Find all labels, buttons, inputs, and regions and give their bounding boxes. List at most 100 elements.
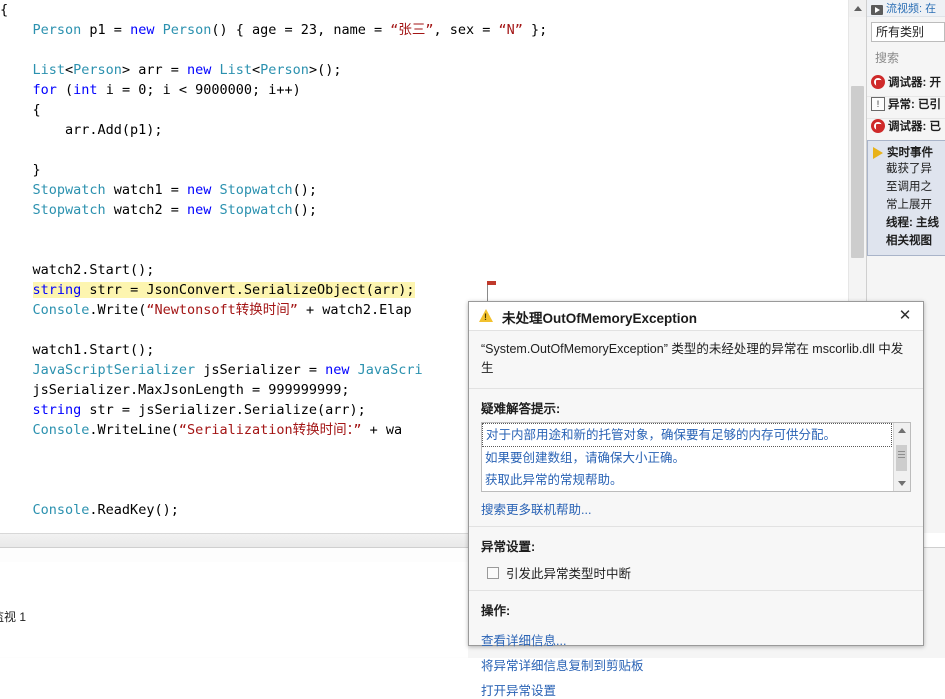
search-more-help-link[interactable]: 搜索更多联机帮助...	[469, 492, 923, 518]
scroll-up-arrow-icon[interactable]	[849, 0, 866, 17]
code-token: string	[32, 282, 82, 298]
watch-window-surface[interactable]	[0, 562, 468, 657]
code-token: watch2.Start();	[32, 262, 155, 278]
watch-window-tab[interactable]: 监视 1	[0, 608, 26, 625]
code-line[interactable]: {	[0, 100, 547, 120]
code-line[interactable]: jsSerializer.MaxJsonLength = 999999999;	[0, 380, 547, 400]
code-token: new	[186, 202, 212, 218]
code-token: ();	[292, 202, 318, 218]
code-token: Stopwatch	[32, 202, 106, 218]
code-token: Person	[73, 62, 122, 78]
stop-icon	[871, 75, 885, 89]
break-on-exception-checkbox[interactable]	[487, 566, 499, 579]
code-line[interactable]	[0, 220, 547, 240]
code-token: Stopwatch	[219, 182, 293, 198]
code-token: , sex =	[433, 22, 499, 38]
code-line[interactable]	[0, 40, 547, 60]
exception-helper-dialog[interactable]: 未处理OutOfMemoryException ✕ “System.OutOfM…	[468, 301, 924, 698]
event-row-debugger-stop[interactable]: 调试器: 已	[867, 118, 945, 141]
code-line[interactable]	[0, 480, 547, 500]
close-icon[interactable]: ✕	[895, 306, 915, 326]
code-line[interactable]: arr.Add(p1);	[0, 120, 547, 140]
code-line[interactable]: JavaScriptSerializer jsSerializer = new …	[0, 360, 547, 380]
event-row-debugger-start[interactable]: 调试器: 开	[867, 74, 945, 97]
code-token: ; i <	[146, 82, 196, 98]
editor-scrollbar-thumb[interactable]	[851, 86, 864, 258]
tips-scroll-down-icon[interactable]	[894, 476, 909, 491]
code-line[interactable]	[0, 440, 547, 460]
dialog-title: 未处理OutOfMemoryException	[502, 311, 698, 326]
code-token: new	[186, 62, 212, 78]
code-line[interactable]: Person p1 = new Person() { age = 23, nam…	[0, 20, 548, 40]
code-line[interactable]	[0, 140, 547, 160]
code-line[interactable]: watch1.Start();	[0, 340, 547, 360]
tip-item[interactable]: 对于内部用途和新的托管对象，确保要有足够的内存可供分配。	[482, 423, 892, 447]
copy-details-link[interactable]: 将异常详细信息复制到剪贴板	[469, 649, 923, 674]
code-token: <	[252, 62, 261, 78]
code-line[interactable]: Console.Write(“Newtonsoft转换时间” + watch2.…	[0, 300, 547, 320]
warning-icon	[479, 309, 493, 322]
troubleshooting-tips-list[interactable]: 对于内部用途和新的托管对象，确保要有足够的内存可供分配。 如果要创建数组，请确保…	[481, 422, 911, 492]
code-line[interactable]: for (int i = 0; i < 9000000; i++)	[0, 80, 547, 100]
code-line[interactable]	[0, 320, 547, 340]
code-line-text: jsSerializer.MaxJsonLength = 999999999;	[33, 382, 350, 398]
tips-scrollbar[interactable]	[893, 423, 910, 491]
exception-settings-heading: 异常设置:	[481, 540, 536, 554]
play-icon	[871, 5, 883, 16]
tip-item[interactable]: 如果要创建数组，请确保大小正确。	[482, 447, 892, 469]
code-line[interactable]: Console.WriteLine(“Serialization转换时间：” +…	[0, 420, 547, 440]
code-token: , name =	[317, 22, 391, 38]
code-line[interactable]	[0, 460, 547, 480]
search-input[interactable]: 搜索	[871, 48, 945, 68]
code-token: strr =	[81, 282, 147, 298]
code-token: int	[73, 82, 98, 98]
code-token: + wa	[361, 422, 403, 438]
code-line[interactable]: string str = jsSerializer.Serialize(arr)…	[0, 400, 547, 420]
selected-event-details[interactable]: 实时事件 截获了异 至调用之 常上展开 线程: 主线 相关视图	[867, 140, 945, 256]
smart-tag-expander[interactable]	[487, 285, 504, 302]
code-line-text: arr.Add(p1);	[65, 122, 163, 138]
tips-heading: 疑难解答提示:	[481, 402, 561, 416]
tips-scrollbar-thumb[interactable]	[896, 445, 907, 471]
code-token: List	[219, 62, 253, 78]
code-line-text: Console.WriteLine(“Serialization转换时间：” +…	[33, 422, 403, 438]
code-line[interactable]: {	[0, 0, 547, 20]
event-row-exception[interactable]: ! 异常: 已引	[867, 96, 945, 119]
code-line[interactable]: string strr = JsonConvert.SerializeObjec…	[0, 280, 547, 300]
break-on-exception-row[interactable]: 引发此异常类型时中断	[469, 560, 923, 582]
code-line[interactable]: watch2.Start();	[0, 260, 547, 280]
code-token: ; i++)	[252, 82, 301, 98]
open-exception-settings-link[interactable]: 打开异常设置	[469, 674, 923, 699]
code-token: Stopwatch	[32, 182, 106, 198]
code-token: JavaScri	[357, 362, 423, 378]
stop-icon	[871, 119, 885, 133]
code-line[interactable]: Console.ReadKey();	[0, 500, 547, 520]
code-token: Console	[32, 302, 90, 318]
tips-scroll-up-icon[interactable]	[894, 423, 909, 438]
code-token: Console	[32, 422, 90, 438]
category-filter-dropdown[interactable]: 所有类别	[871, 22, 945, 42]
code-line[interactable]: List<Person> arr = new List<Person>();	[0, 60, 547, 80]
code-line-text: {	[0, 2, 8, 18]
view-details-link[interactable]: 查看详细信息...	[469, 624, 923, 649]
code-line[interactable]: Stopwatch watch1 = new Stopwatch();	[0, 180, 547, 200]
code-line-text: List<Person> arr = new List<Person>();	[33, 62, 342, 78]
code-line[interactable]: }	[0, 160, 547, 180]
selected-event-detail-line: 截获了异	[886, 163, 932, 175]
code-line[interactable]	[0, 240, 547, 260]
code-text[interactable]: { Person p1 = new Person() { age = 23, n…	[0, 0, 547, 520]
arrow-icon	[873, 146, 883, 159]
event-label: 调试器: 已	[888, 121, 942, 133]
code-line[interactable]: Stopwatch watch2 = new Stopwatch();	[0, 200, 547, 220]
code-token: Person	[162, 22, 212, 38]
actions-heading: 操作:	[481, 604, 511, 618]
code-token: };	[522, 22, 548, 38]
tip-item[interactable]: 获取此异常的常规帮助。	[482, 469, 892, 491]
